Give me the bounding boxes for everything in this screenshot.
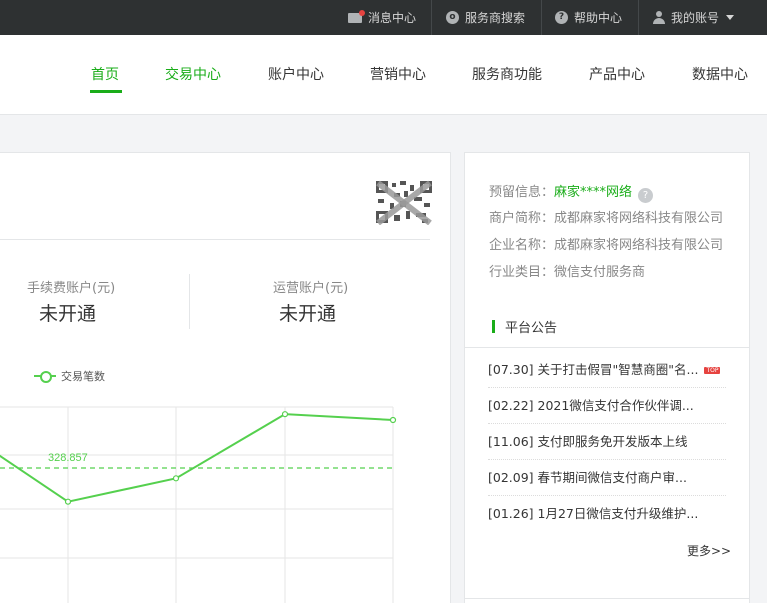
user-icon <box>653 11 665 24</box>
operations-account-value: 未开通 <box>279 303 337 325</box>
top-bar: 消息中心 o 服务商搜索 ? 帮助中心 我的账号 <box>0 0 767 35</box>
company-name: 企业名称：成都麻家将网络科技有限公司 <box>489 238 724 253</box>
notice-item-text: [07.30] 关于打击假冒"智慧商圈"名... <box>488 362 699 377</box>
legend-series-name: 交易笔数 <box>61 370 105 383</box>
message-center-link[interactable]: 消息中心 <box>348 0 416 35</box>
account-label: 我的账号 <box>671 11 720 25</box>
account-menu[interactable]: 我的账号 <box>653 0 735 35</box>
fee-account-label: 手续费账户(元) <box>27 281 116 296</box>
transactions-chart: 328.857 <box>0 406 397 603</box>
reserved-info-label: 预留信息： <box>489 185 555 200</box>
nav-trade-center[interactable]: 交易中心 <box>165 64 221 84</box>
data-point <box>172 475 180 482</box>
data-point <box>281 411 289 418</box>
chevron-down-icon <box>726 15 735 20</box>
topbar-divider <box>431 0 432 35</box>
reserved-info-row: 预留信息：麻家****网络? <box>489 181 654 203</box>
provider-search-link[interactable]: o 服务商搜索 <box>446 0 525 35</box>
message-center-label: 消息中心 <box>368 11 417 25</box>
overview-panel: 手续费账户(元) 未开通 运营账户(元) 未开通 交易笔数 328.857 <box>0 152 451 603</box>
notice-item[interactable]: [02.09] 春节期间微信支付商户审... <box>488 460 726 496</box>
nav-home[interactable]: 首页 <box>91 64 119 84</box>
notice-item[interactable]: [02.22] 2021微信支付合作伙伴调... <box>488 388 726 424</box>
account-divider <box>189 274 190 329</box>
panel-bottom-divider <box>465 598 749 599</box>
notice-title: 平台公告 <box>505 321 558 336</box>
operations-account-label: 运营账户(元) <box>273 281 349 296</box>
notice-item-text: [01.26] 1月27日微信支付升级维护... <box>488 506 699 521</box>
nav-account-center[interactable]: 账户中心 <box>268 64 324 84</box>
notice-title-accent <box>492 320 495 333</box>
notice-item[interactable]: [11.06] 支付即服务免开发版本上线 <box>488 424 726 460</box>
panel-divider <box>0 239 430 240</box>
nav-data-center[interactable]: 数据中心 <box>692 64 748 84</box>
search-icon: o <box>446 11 459 24</box>
question-icon[interactable]: ? <box>638 188 654 203</box>
nav-product-center[interactable]: 产品中心 <box>589 64 645 84</box>
main-nav: 首页 交易中心 账户中心 营销中心 服务商功能 产品中心 数据中心 <box>0 35 767 115</box>
notice-item-text: [02.09] 春节期间微信支付商户审... <box>488 470 687 485</box>
top-badge: TOP <box>704 367 721 374</box>
nav-marketing-center[interactable]: 营销中心 <box>370 64 426 84</box>
average-label: 328.857 <box>48 452 88 464</box>
reserved-info-value[interactable]: 麻家****网络 <box>554 185 632 200</box>
chart-grid <box>0 406 394 603</box>
mail-icon <box>348 9 365 23</box>
data-point <box>389 416 397 424</box>
fee-account-value: 未开通 <box>39 303 97 325</box>
notice-item[interactable]: [07.30] 关于打击假冒"智慧商圈"名... TOP <box>488 352 726 388</box>
topbar-divider <box>541 0 542 35</box>
help-center-link[interactable]: ? 帮助中心 <box>555 0 622 35</box>
chart-legend[interactable]: 交易笔数 <box>34 368 105 384</box>
notice-divider <box>465 347 749 348</box>
nav-active-indicator <box>90 90 122 93</box>
notice-item-text: [11.06] 支付即服务免开发版本上线 <box>488 434 688 449</box>
qr-code-icon[interactable] <box>374 179 434 225</box>
merchant-info-panel: 预留信息：麻家****网络? 商户简称：成都麻家将网络科技有限公司 企业名称：成… <box>464 152 750 603</box>
provider-search-label: 服务商搜索 <box>465 11 526 25</box>
nav-provider-functions[interactable]: 服务商功能 <box>472 64 542 84</box>
data-point <box>64 498 72 505</box>
help-center-label: 帮助中心 <box>574 11 623 25</box>
notice-item-text: [02.22] 2021微信支付合作伙伴调... <box>488 398 694 413</box>
merchant-short-name: 商户简称：成都麻家将网络科技有限公司 <box>489 211 724 226</box>
notice-item[interactable]: [01.26] 1月27日微信支付升级维护... <box>488 496 726 532</box>
more-notices-link[interactable]: 更多>> <box>687 542 731 559</box>
industry-category: 行业类目：微信支付服务商 <box>489 265 646 280</box>
legend-line-icon <box>34 371 56 383</box>
help-icon: ? <box>555 11 568 24</box>
topbar-divider <box>638 0 639 35</box>
